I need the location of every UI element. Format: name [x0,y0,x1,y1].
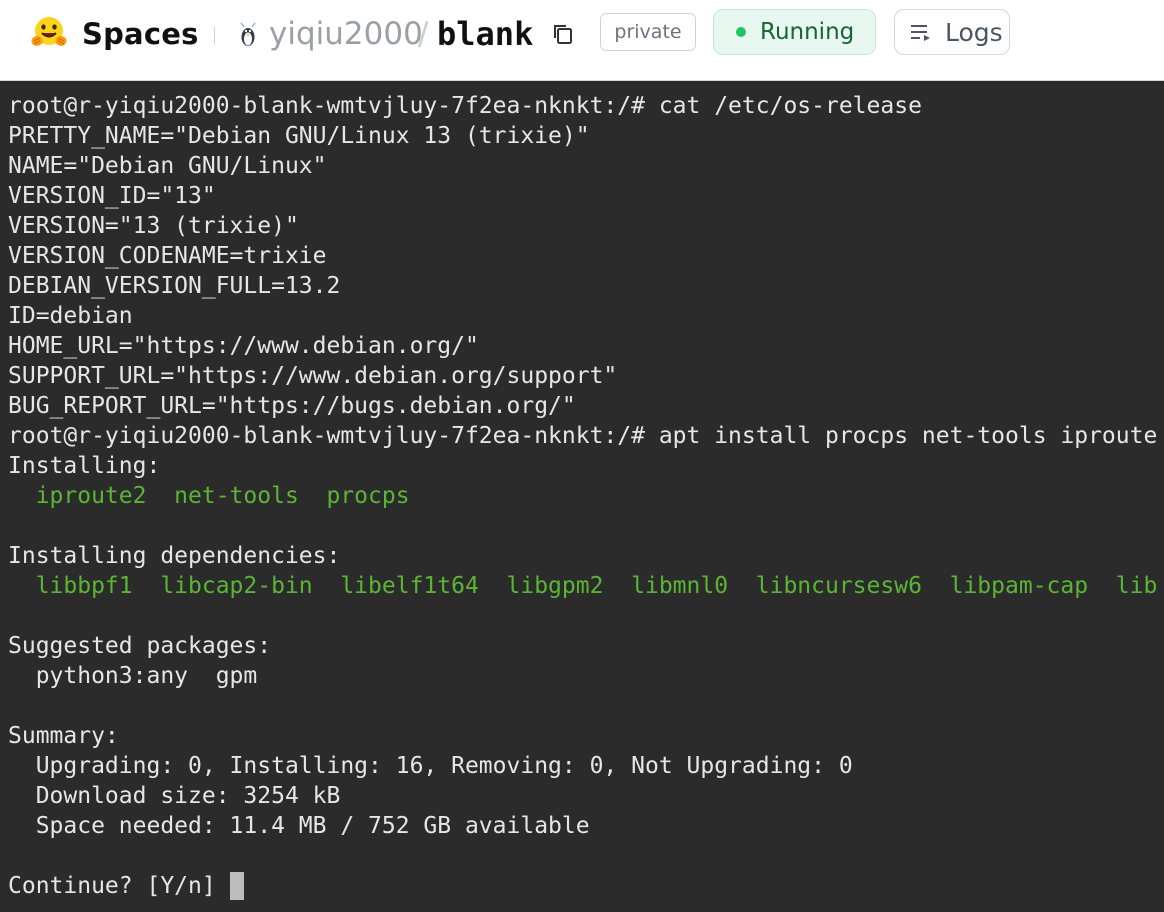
terminal-prompt-line[interactable]: Continue? [Y/n] [8,871,1164,901]
terminal-line: SUPPORT_URL="https://www.debian.org/supp… [8,363,618,389]
terminal-line: HOME_URL="https://www.debian.org/" [8,333,479,359]
terminal-line: VERSION="13 (trixie)" [8,213,299,239]
terminal-line: VERSION_CODENAME=trixie [8,243,327,269]
space-header: Spaces yiqiu2000 / blank private Running… [0,0,1164,81]
path-separator: / [418,16,429,52]
terminal-line: Space needed: 11.4 MB / 752 GB available [8,813,590,839]
header-divider [214,27,215,44]
spaces-brand[interactable]: Spaces [82,17,199,51]
status-running-button[interactable]: Running [713,9,876,55]
owner-avatar-icon[interactable] [238,20,258,48]
terminal-panel[interactable]: root@r-yiqiu2000-blank-wmtvjluy-7f2ea-nk… [0,81,1164,912]
terminal-line: VERSION_ID="13" [8,183,216,209]
terminal-line: Upgrading: 0, Installing: 16, Removing: … [8,753,853,779]
terminal-prompt-text: Continue? [Y/n] [8,873,230,899]
logs-list-icon [911,25,930,41]
terminal-line: PRETTY_NAME="Debian GNU/Linux 13 (trixie… [8,123,590,149]
terminal-line: Suggested packages: [8,633,272,659]
terminal-cursor [229,872,244,900]
terminal-line: NAME="Debian GNU/Linux" [8,153,327,179]
copy-icon[interactable] [551,22,575,46]
owner-link[interactable]: yiqiu2000 [269,16,423,52]
terminal-line: root@r-yiqiu2000-blank-wmtvjluy-7f2ea-nk… [8,423,1158,449]
status-label: Running [760,19,855,45]
terminal-line: Installing: [8,453,161,479]
hugging-face-emoji-icon[interactable] [30,14,68,52]
logs-label: Logs [945,17,1003,47]
terminal-line: Download size: 3254 kB [8,783,341,809]
terminal-line: iproute2 net-tools procps [8,483,410,509]
terminal-output: root@r-yiqiu2000-blank-wmtvjluy-7f2ea-nk… [8,91,1164,901]
terminal-line: root@r-yiqiu2000-blank-wmtvjluy-7f2ea-nk… [8,93,922,119]
space-name[interactable]: blank [437,15,533,53]
status-dot-icon [736,27,746,37]
terminal-line: ID=debian [8,303,133,329]
terminal-line: python3:any gpm [8,663,258,689]
terminal-line: Summary: [8,723,119,749]
terminal-line: BUG_REPORT_URL="https://bugs.debian.org/… [8,393,576,419]
terminal-line: DEBIAN_VERSION_FULL=13.2 [8,273,341,299]
terminal-line: Installing dependencies: [8,543,341,569]
visibility-badge: private [600,13,696,51]
terminal-line: libbpf1 libcap2-bin libelf1t64 libgpm2 l… [8,573,1158,599]
logs-button[interactable]: Logs [894,9,1010,55]
